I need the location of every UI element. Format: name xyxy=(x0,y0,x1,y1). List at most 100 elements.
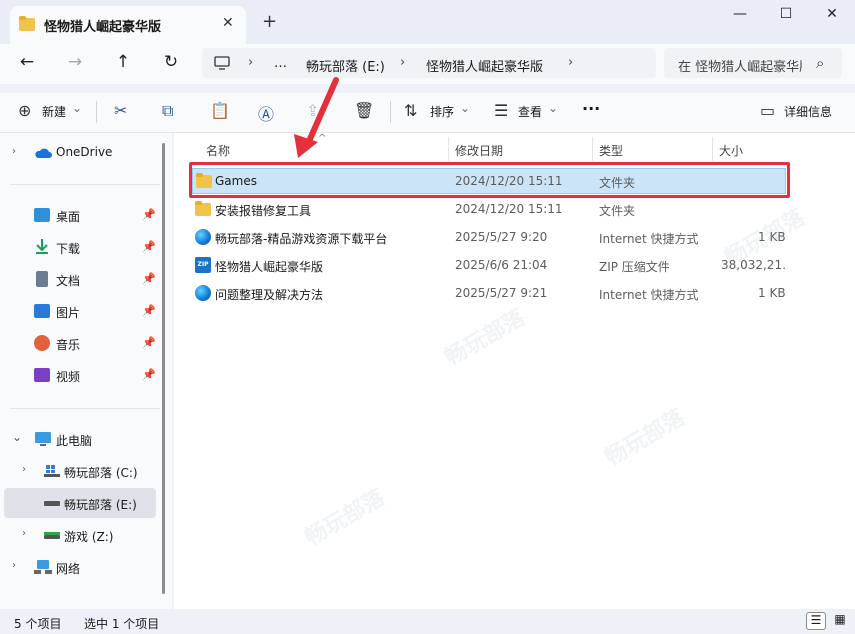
close-window-button[interactable]: ✕ xyxy=(809,6,855,28)
sidebar-item-downloads[interactable]: 下载 📌 xyxy=(4,232,156,262)
file-date: 2025/5/27 9:21 xyxy=(455,286,548,300)
sidebar-item-videos[interactable]: 视频 📌 xyxy=(4,360,156,390)
table-row[interactable]: 安装报错修复工具 2024/12/20 15:11 文件夹 xyxy=(192,196,786,222)
cut-icon[interactable]: ✂ xyxy=(114,101,127,120)
chevron-right-icon[interactable]: › xyxy=(22,464,26,475)
details-pane-icon: ▭ xyxy=(760,101,776,120)
file-size: 38,032,21… xyxy=(721,258,787,272)
music-icon xyxy=(34,335,50,351)
more-options-button[interactable]: ··· xyxy=(582,99,600,118)
sidebar-item-drive-c[interactable]: › 畅玩部落 (C:) xyxy=(4,456,156,486)
details-button[interactable]: 详细信息 xyxy=(784,103,832,120)
sidebar-divider xyxy=(10,408,160,409)
breadcrumb-drive-e[interactable]: 畅玩部落 (E:) xyxy=(306,56,385,75)
sidebar-item-label: 文档 xyxy=(56,274,81,288)
breadcrumb-current-folder[interactable]: 怪物猎人崛起豪华版 xyxy=(426,56,543,75)
sidebar-item-network[interactable]: › 网络 xyxy=(4,552,156,582)
tiles-view-button[interactable]: ▦ xyxy=(830,612,850,630)
up-button[interactable]: ↑ xyxy=(108,52,138,76)
sidebar-item-label: 畅玩部落 (C:) xyxy=(64,466,138,480)
zip-file-icon: ZIP xyxy=(195,257,211,273)
chevron-right-icon[interactable]: › xyxy=(12,560,16,571)
file-name: 怪物猎人崛起豪华版 xyxy=(215,260,324,274)
tab-current[interactable]: 怪物猎人崛起豪华版 ✕ xyxy=(10,6,246,44)
search-icon: ⌕ xyxy=(816,54,825,72)
sidebar-item-drive-e[interactable]: 畅玩部落 (E:) xyxy=(4,488,156,518)
minimize-button[interactable]: — xyxy=(717,6,763,28)
sidebar-item-music[interactable]: 音乐 📌 xyxy=(4,328,156,358)
file-type: Internet 快捷方式 xyxy=(599,232,699,246)
internet-shortcut-icon xyxy=(195,229,211,245)
file-date: 2024/12/20 15:11 xyxy=(455,202,563,216)
column-header-name[interactable]: 名称 xyxy=(206,142,230,159)
copy-icon[interactable]: ⧉ xyxy=(162,101,173,121)
column-header-size[interactable]: 大小 xyxy=(719,142,743,159)
sidebar-item-label: OneDrive xyxy=(56,145,113,159)
computer-icon xyxy=(35,432,51,446)
table-row[interactable]: 畅玩部落-精品游戏资源下载平台 2025/5/27 9:20 Internet … xyxy=(192,224,786,250)
sidebar-item-label: 此电脑 xyxy=(56,434,93,448)
sidebar-item-label: 桌面 xyxy=(56,210,81,224)
column-divider[interactable] xyxy=(592,137,593,161)
sidebar-item-this-pc[interactable]: ⌄ 此电脑 xyxy=(4,424,156,454)
chevron-down-icon[interactable]: ⌄ xyxy=(12,430,22,444)
new-tab-button[interactable]: + xyxy=(262,11,277,32)
back-button[interactable]: ← xyxy=(12,52,42,76)
sidebar-item-documents[interactable]: 文档 📌 xyxy=(4,264,156,294)
pin-icon: 📌 xyxy=(142,304,156,317)
column-divider[interactable] xyxy=(712,137,713,161)
pin-icon: 📌 xyxy=(142,336,156,349)
breadcrumb-chevron-icon: › xyxy=(568,55,574,70)
column-divider[interactable] xyxy=(448,137,449,161)
details-view-button[interactable]: ☰ xyxy=(806,612,826,630)
table-row[interactable]: 问题整理及解决方法 2025/5/27 9:21 Internet 快捷方式 1… xyxy=(192,280,786,306)
sort-button[interactable]: 排序 xyxy=(430,103,454,120)
computer-icon xyxy=(214,56,230,70)
forward-button[interactable]: → xyxy=(60,52,90,76)
column-header-date[interactable]: 修改日期 xyxy=(455,142,503,159)
sort-dropdown-icon: ⌄ xyxy=(460,101,471,115)
address-bar[interactable]: › … 畅玩部落 (E:) › 怪物猎人崛起豪华版 › xyxy=(202,48,656,78)
column-header-type[interactable]: 类型 xyxy=(599,142,623,159)
download-icon xyxy=(36,239,48,254)
status-bar: 5 个项目 选中 1 个项目 ☰ ▦ xyxy=(0,609,855,634)
search-input[interactable]: 在 怪物猎人崛起豪华版 中搜索 xyxy=(678,56,802,75)
paste-icon[interactable]: 📋 xyxy=(210,101,230,120)
navigation-bar: ← → ↑ ↻ › … 畅玩部落 (E:) › 怪物猎人崛起豪华版 › 在 怪物… xyxy=(0,44,855,84)
sidebar-item-label: 网络 xyxy=(56,562,81,576)
item-count: 5 个项目 xyxy=(14,617,62,631)
sidebar-item-desktop[interactable]: 桌面 📌 xyxy=(4,200,156,230)
tab-title: 怪物猎人崛起豪华版 xyxy=(44,20,162,35)
arrow-annotation-icon xyxy=(294,77,339,158)
pin-icon: 📌 xyxy=(142,240,156,253)
delete-icon[interactable]: 🗑 xyxy=(354,101,374,120)
sidebar-item-pictures[interactable]: 图片 📌 xyxy=(4,296,156,326)
sidebar-item-drive-z[interactable]: › 游戏 (Z:) xyxy=(4,520,156,550)
table-row[interactable]: ZIP 怪物猎人崛起豪华版 2025/6/6 21:04 ZIP 压缩文件 38… xyxy=(192,252,787,278)
title-bar: 怪物猎人崛起豪华版 ✕ + — ☐ ✕ xyxy=(0,0,855,44)
pin-icon: 📌 xyxy=(142,208,156,221)
sidebar-item-label: 下载 xyxy=(56,242,81,256)
chevron-right-icon[interactable]: › xyxy=(22,528,26,539)
breadcrumb-overflow[interactable]: … xyxy=(274,56,287,71)
maximize-button[interactable]: ☐ xyxy=(763,6,809,28)
file-name: 安装报错修复工具 xyxy=(215,204,312,218)
windows-drive-icon xyxy=(44,465,60,477)
sidebar-item-onedrive[interactable]: › OneDrive xyxy=(4,138,156,168)
chevron-right-icon[interactable]: › xyxy=(12,146,16,157)
file-name: 问题整理及解决方法 xyxy=(215,288,324,302)
view-button[interactable]: 查看 xyxy=(518,103,542,120)
pin-icon: 📌 xyxy=(142,272,156,285)
rename-icon[interactable]: Ⓐ xyxy=(258,101,274,125)
breadcrumb-chevron-icon: › xyxy=(400,55,406,70)
toolbar-divider xyxy=(96,101,97,123)
document-icon xyxy=(36,271,48,287)
internet-shortcut-icon xyxy=(195,285,211,301)
drive-icon xyxy=(44,501,60,506)
sidebar-scrollbar[interactable] xyxy=(162,143,165,594)
new-button[interactable]: 新建 xyxy=(42,103,66,120)
refresh-button[interactable]: ↻ xyxy=(156,52,186,76)
close-tab-icon[interactable]: ✕ xyxy=(222,15,234,31)
search-box[interactable]: 在 怪物猎人崛起豪华版 中搜索 ⌕ xyxy=(664,48,842,78)
sidebar-item-label: 音乐 xyxy=(56,338,81,352)
